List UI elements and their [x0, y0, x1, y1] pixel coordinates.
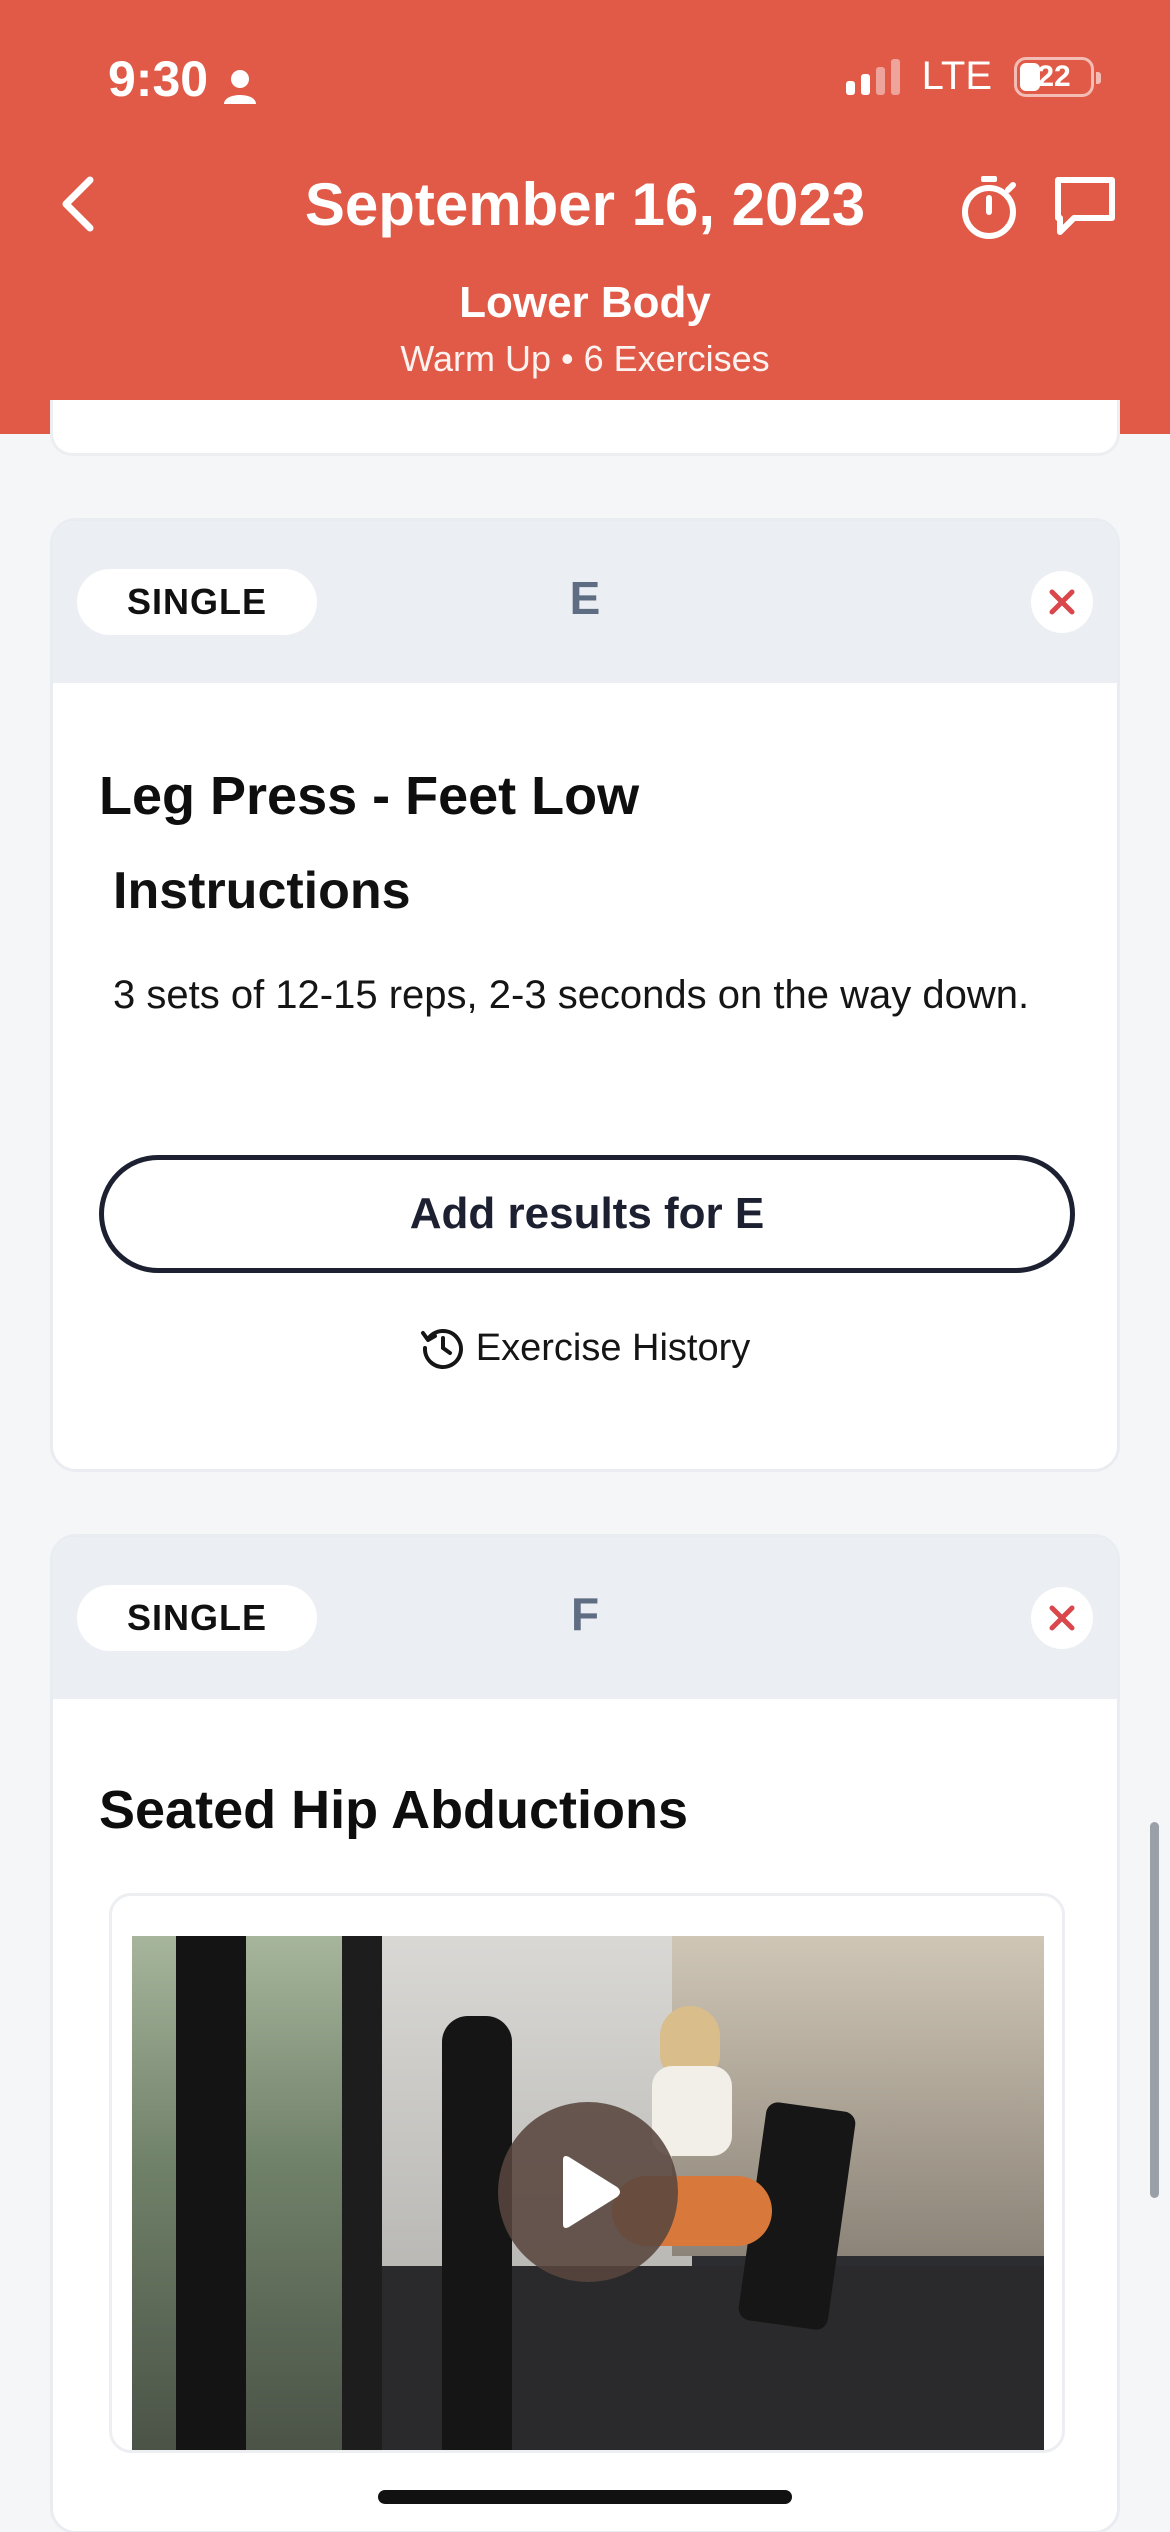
status-bar-time: 9:30	[108, 50, 258, 108]
workout-name: Lower Body	[459, 278, 711, 327]
play-icon	[563, 2156, 620, 2228]
battery-icon: 22	[1014, 56, 1101, 97]
status-bar-right: LTE 22	[845, 54, 1101, 99]
instructions-heading: Instructions	[113, 862, 411, 920]
status-time-text: 9:30	[108, 51, 209, 107]
exercise-card-e: SINGLE E Leg Press - Feet Low Instructio…	[50, 518, 1120, 1472]
stopwatch-icon	[962, 176, 1016, 239]
network-type: LTE	[921, 54, 992, 98]
remove-exercise-button[interactable]	[1031, 571, 1093, 633]
previous-exercise-card	[50, 400, 1120, 456]
add-results-button[interactable]: Add results for E	[99, 1155, 1075, 1273]
exercise-title: Leg Press - Feet Low	[99, 766, 640, 826]
exercise-group-letter: F	[570, 1588, 600, 1640]
exercise-card-f: SINGLE F Seated Hip Abductions	[50, 1534, 1120, 2532]
close-icon	[1049, 589, 1075, 615]
exercise-history-link[interactable]: Exercise History	[53, 1325, 1117, 1371]
exercise-card-header: SINGLE E	[53, 521, 1117, 683]
scrollbar[interactable]	[1150, 1822, 1159, 2198]
chat-bubble-icon	[1055, 177, 1115, 235]
chat-button[interactable]	[1052, 174, 1118, 238]
person-icon	[222, 60, 258, 104]
workout-summary: Warm Up • 6 Exercises	[400, 338, 770, 379]
exercise-history-label: Exercise History	[475, 1326, 751, 1369]
remove-exercise-button[interactable]	[1031, 1587, 1093, 1649]
timer-button[interactable]	[958, 174, 1020, 240]
signal-icon	[845, 58, 900, 95]
exercise-title: Seated Hip Abductions	[99, 1780, 689, 1840]
workout-header: 9:30 LTE 22 September 16, 2023 Lower Bod…	[0, 0, 1170, 434]
play-button[interactable]	[498, 2102, 678, 2282]
close-icon	[1049, 1605, 1075, 1631]
exercise-card-header: SINGLE F	[53, 1537, 1117, 1699]
exercise-video[interactable]	[132, 1936, 1044, 2450]
exercise-group-letter: E	[569, 572, 601, 624]
exercise-video-frame	[109, 1893, 1065, 2453]
instructions-text: 3 sets of 12-15 reps, 2-3 seconds on the…	[113, 973, 1030, 1017]
home-indicator[interactable]	[378, 2490, 792, 2504]
history-clock-icon	[420, 1329, 463, 1369]
battery-level: 22	[1037, 59, 1071, 93]
